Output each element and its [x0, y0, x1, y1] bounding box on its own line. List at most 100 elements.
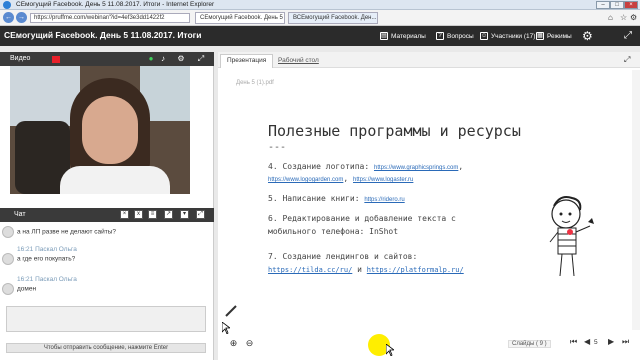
- video-settings-gear-icon[interactable]: ⚙: [176, 54, 186, 64]
- slide-item-text: 4. Создание логотипа:: [268, 162, 370, 171]
- maximize-icon[interactable]: □: [610, 1, 624, 9]
- send-hint-button[interactable]: Чтобы отправить сообщение, нажмите Enter: [6, 343, 206, 353]
- url-field[interactable]: https://pruffme.com/webinar/?id=4ef3e3dd…: [30, 13, 190, 23]
- nav-materials[interactable]: ▤ Материалы: [380, 32, 426, 40]
- chat-message-text: домен: [17, 285, 37, 293]
- settings-gear-icon[interactable]: ⚙: [582, 29, 593, 43]
- home-icon[interactable]: ⌂: [608, 13, 613, 22]
- link-graphicsprings[interactable]: https://www.graphicsprings.com: [374, 165, 458, 171]
- modes-icon: ▦: [536, 32, 544, 40]
- nav-questions[interactable]: ? Вопросы: [436, 32, 474, 40]
- chat-message-text: а на ЛП разве не делают сайты?: [17, 228, 116, 236]
- zoom-in-icon[interactable]: ⊕: [228, 338, 239, 349]
- video-label: Видео: [10, 55, 31, 62]
- slide-and: и: [357, 265, 362, 274]
- file-tab[interactable]: День 5 (1).pdf: [236, 80, 274, 86]
- materials-icon: ▤: [380, 32, 388, 40]
- presentation-tabs: Презентация Рабочий стол ⤢: [218, 52, 640, 68]
- tab-presentation[interactable]: Презентация: [220, 54, 274, 68]
- chat-message-meta: 16:21 Паскал Ольга: [17, 276, 77, 283]
- link-logogarden[interactable]: https://www.logogarden.com: [268, 177, 343, 183]
- slide-item-edit-line1: 6. Редактирование и добавление текста с: [268, 214, 456, 223]
- presenter-face: [82, 96, 138, 164]
- link-logaster[interactable]: https://www.logaster.ru: [353, 177, 413, 183]
- pointer-tool-icon[interactable]: [222, 322, 230, 334]
- chat-excel-icon[interactable]: x: [134, 210, 143, 219]
- window-titlebar: СЕмогущий Facebook. День 5 11.08.2017. И…: [0, 0, 640, 10]
- tools-icon[interactable]: ⚙: [630, 13, 637, 22]
- record-indicator-icon[interactable]: [52, 56, 60, 63]
- page-number[interactable]: 5: [594, 339, 598, 346]
- chat-expand-icon[interactable]: ⤢: [196, 210, 205, 219]
- tab-desktop[interactable]: Рабочий стол: [278, 57, 319, 64]
- presentation-expand-icon[interactable]: ⤢: [624, 55, 630, 65]
- webcam-status-icon[interactable]: ●: [146, 54, 156, 64]
- pen-tool-icon[interactable]: [224, 304, 238, 318]
- nav-modes-label: Режимы: [547, 32, 572, 40]
- slide-item-landing: 7. Создание лендингов и сайтов:: [268, 252, 418, 261]
- girl-doodle-illustration: [549, 196, 594, 277]
- video-header: Видео ● ♪ ⚙ ⤢: [0, 52, 214, 66]
- nav-participants[interactable]: ☺ Участники (17): [480, 32, 535, 40]
- ie-logo-icon: [3, 1, 11, 9]
- chat-export-icon[interactable]: ≡: [148, 210, 157, 219]
- chat-input[interactable]: [6, 306, 206, 332]
- minimize-icon[interactable]: –: [596, 1, 610, 9]
- slide-item-logo-links: https://www.logogarden.com, https://www.…: [268, 174, 414, 183]
- favorites-icon[interactable]: ☆: [620, 13, 627, 22]
- slide-title: Полезные программы и ресурсы: [268, 122, 521, 140]
- mouse-cursor-icon: [386, 344, 394, 356]
- video-feed: [10, 66, 190, 194]
- prev-slide-icon[interactable]: ◀: [584, 337, 590, 346]
- back-button[interactable]: ←: [3, 12, 14, 23]
- presentation-panel: Презентация Рабочий стол ⤢ День 5 (1).pd…: [218, 52, 640, 360]
- next-slide-icon[interactable]: ▶: [608, 337, 614, 346]
- link-platformalp[interactable]: https://platformalp.ru/: [367, 266, 464, 274]
- questions-icon: ?: [436, 32, 444, 40]
- fullscreen-icon[interactable]: ⤢: [624, 30, 632, 41]
- slide-item-book: 5. Написание книги: https://ridero.ru: [268, 194, 405, 203]
- scrollbar[interactable]: [632, 70, 640, 330]
- slide-item-edit-line2: мобильного телефона: InShot: [268, 227, 399, 236]
- first-slide-icon[interactable]: ⏮: [570, 337, 577, 347]
- left-panel: Видео ● ♪ ⚙ ⤢ Чат × x ≡ ↗ ▾ ⤢ а на ЛП ра…: [0, 52, 214, 360]
- slide-item-text: 5. Написание книги:: [268, 194, 360, 203]
- nav-participants-label: Участники (17): [491, 32, 536, 40]
- chat-message-text: а где его покупать?: [17, 255, 76, 263]
- avatar: [2, 283, 14, 295]
- slide-dash: ---: [268, 142, 287, 153]
- avatar: [2, 253, 14, 265]
- link-tilda[interactable]: https://tilda.cc/ru/: [268, 266, 352, 274]
- chat-popout-icon[interactable]: ↗: [164, 210, 173, 219]
- last-slide-icon[interactable]: ⏭: [622, 337, 629, 347]
- microphone-icon[interactable]: ♪: [158, 54, 168, 64]
- nav-materials-label: Материалы: [391, 32, 426, 40]
- browser-tab-1[interactable]: СЕмогущий Facebook. День 5 ...: [195, 12, 285, 24]
- link-ridero[interactable]: https://ridero.ru: [364, 197, 404, 203]
- address-bar: ← → https://pruffme.com/webinar/?id=4ef3…: [0, 10, 640, 26]
- browser-tab-2[interactable]: ВСЕмогущий Facebook. Ден...: [288, 12, 378, 24]
- zoom-out-icon[interactable]: ⊖: [244, 338, 255, 349]
- video-expand-icon[interactable]: ⤢: [196, 54, 206, 64]
- chat-clear-icon[interactable]: ×: [120, 210, 129, 219]
- avatar: [2, 226, 14, 238]
- nav-modes[interactable]: ▦ Режимы: [536, 32, 572, 40]
- chat-message: 16:21 Паскал Ольга домен: [2, 276, 202, 295]
- chat-message: 16:21 Паскал Ольга а где его покупать?: [2, 246, 202, 265]
- slide-item-landing-links: https://tilda.cc/ru/ и https://platforma…: [268, 265, 464, 274]
- file-name: День 5 (1).pdf: [236, 80, 274, 86]
- chat-message: а на ЛП разве не делают сайты?: [2, 226, 202, 238]
- slide-item-logo: 4. Создание логотипа: https://www.graphi…: [268, 162, 464, 171]
- app-header: СЕмогущий Facebook. День 5 11.08.2017. И…: [0, 26, 640, 46]
- chat-label: Чат: [14, 211, 26, 218]
- slides-count[interactable]: Слайды ( 9 ): [508, 340, 551, 348]
- close-icon[interactable]: ×: [624, 1, 638, 9]
- forward-button[interactable]: →: [16, 12, 27, 23]
- participants-icon: ☺: [480, 32, 488, 40]
- presenter-shirt: [60, 166, 170, 194]
- chat-message-meta: 16:21 Паскал Ольга: [17, 246, 77, 253]
- chat-collapse-icon[interactable]: ▾: [180, 210, 189, 219]
- webinar-title: СЕмогущий Facebook. День 5 11.08.2017. И…: [4, 30, 202, 40]
- nav-questions-label: Вопросы: [447, 32, 474, 40]
- window-title: СЕмогущий Facebook. День 5 11.08.2017. И…: [16, 1, 215, 8]
